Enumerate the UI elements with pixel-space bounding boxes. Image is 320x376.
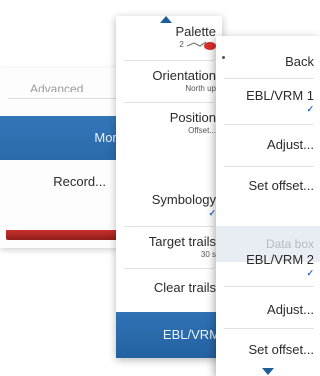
divider	[224, 328, 314, 329]
target-trails-label: Target trails	[148, 234, 216, 249]
orientation-label: Orientation	[152, 68, 216, 83]
divider	[124, 102, 214, 103]
palette-value: 2	[179, 40, 184, 49]
clear-trails-item[interactable]: Clear trails	[116, 280, 216, 295]
more-menu-item[interactable]: More	[0, 116, 130, 160]
record-label: Record...	[53, 174, 106, 189]
divider	[124, 60, 214, 61]
back-label: Back	[285, 54, 314, 69]
divider	[224, 124, 314, 125]
position-label: Position	[169, 110, 216, 125]
adjust-1-item[interactable]: Adjust...	[216, 137, 314, 152]
symbology-label: Symbology	[151, 192, 216, 207]
clear-trails-label: Clear trails	[153, 280, 216, 295]
data-box-label: Data box	[265, 237, 314, 251]
back-item[interactable]: Back	[216, 54, 314, 69]
ebl-vrm-2-check-icon: ✓	[306, 268, 314, 278]
record-menu-item[interactable]: Record...	[0, 160, 130, 204]
divider	[224, 286, 314, 287]
ebl-vrm-1-label: EBL/VRM 1	[246, 88, 314, 103]
palette-swatch-icon	[186, 40, 216, 51]
orientation-value: North up	[185, 84, 216, 93]
ebl-vrm-submenu: Back EBL/VRM 1 ✓ Adjust... Set offset...…	[216, 36, 320, 376]
divider	[124, 226, 214, 227]
symbology-check-icon: ✓	[208, 208, 216, 218]
set-offset-2-label: Set offset...	[248, 342, 314, 357]
red-status-bar	[6, 230, 130, 240]
ebl-vrm-label: EBL/VRM	[162, 327, 220, 342]
adjust-2-label: Adjust...	[267, 302, 314, 317]
ebl-vrm-1-check-icon: ✓	[306, 104, 314, 114]
divider	[8, 98, 124, 99]
orientation-item[interactable]: Orientation North up	[116, 68, 216, 94]
target-trails-item[interactable]: Target trails 30 s	[116, 234, 216, 260]
ebl-vrm-2-item[interactable]: EBL/VRM 2 ✓	[216, 252, 314, 278]
set-offset-2-item[interactable]: Set offset...	[216, 342, 314, 357]
scroll-up-icon[interactable]	[160, 16, 172, 23]
divider	[124, 268, 214, 269]
ebl-vrm-1-item[interactable]: EBL/VRM 1 ✓	[216, 88, 314, 114]
advanced-item-fragment[interactable]: Advanced	[30, 78, 83, 92]
target-trails-value: 30 s	[200, 250, 216, 259]
palette-item[interactable]: Palette 2	[116, 24, 216, 51]
ebl-vrm-2-label: EBL/VRM 2	[246, 252, 314, 267]
adjust-1-label: Adjust...	[267, 137, 314, 152]
divider	[224, 78, 314, 79]
scroll-down-icon[interactable]	[262, 368, 274, 375]
radar-options-menu: Palette 2 Orientation North up Position …	[116, 16, 222, 358]
divider	[224, 166, 314, 167]
palette-label: Palette	[175, 24, 216, 39]
adjust-2-item[interactable]: Adjust...	[216, 302, 314, 317]
background-menu-panel: Advanced More Record...	[0, 68, 130, 248]
set-offset-1-label: Set offset...	[248, 178, 314, 193]
position-value: Offset...	[188, 126, 216, 135]
position-item[interactable]: Position Offset...	[116, 110, 216, 136]
ebl-vrm-menu-item[interactable]: EBL/VRM	[116, 312, 222, 358]
set-offset-1-item[interactable]: Set offset...	[216, 178, 314, 193]
symbology-item[interactable]: Symbology ✓	[116, 192, 216, 219]
